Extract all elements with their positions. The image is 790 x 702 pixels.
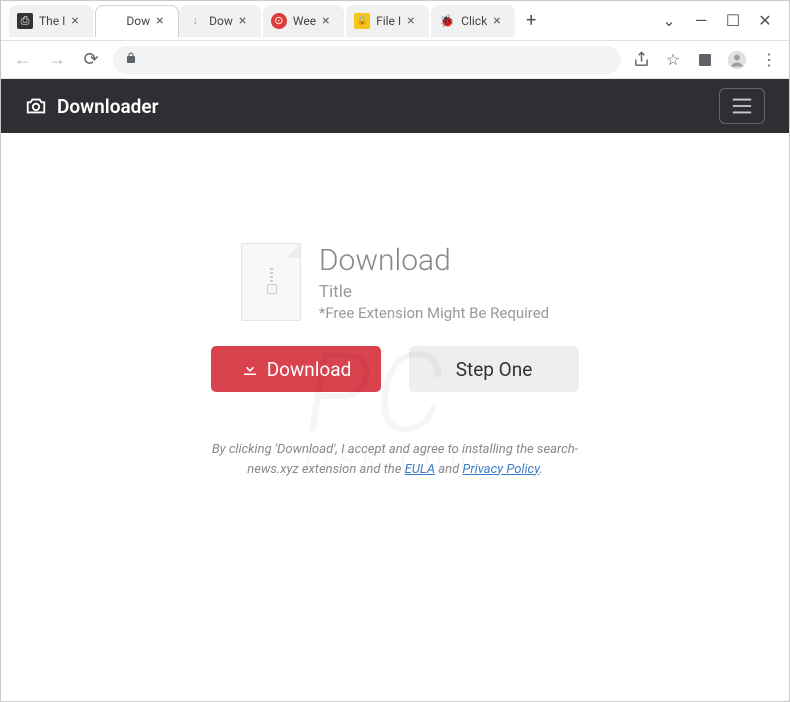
download-icon: [241, 360, 259, 378]
window-controls: ⌄ — ☐ ✕: [645, 15, 789, 27]
download-info-row: Download Title *Free Extension Might Be …: [241, 243, 549, 322]
site-header: Downloader: [1, 79, 789, 133]
disclaimer-text: By clicking 'Download', I accept and agr…: [205, 440, 585, 479]
chevron-down-icon[interactable]: ⌄: [663, 15, 675, 27]
close-icon[interactable]: ×: [239, 14, 253, 28]
tab-favicon: ↓: [187, 13, 203, 29]
close-icon[interactable]: ×: [407, 14, 421, 28]
menu-dots-icon[interactable]: ⋮: [759, 50, 779, 70]
tabs-strip: ⎙ The I × Dow × ↓ Dow × ⊙ Wee × 🔒 File: [1, 1, 645, 40]
download-heading: Download: [319, 243, 549, 278]
extensions-icon[interactable]: [695, 50, 715, 70]
close-window-icon[interactable]: ✕: [759, 15, 771, 27]
eula-link[interactable]: EULA: [405, 462, 435, 477]
maximize-icon[interactable]: ☐: [727, 15, 739, 27]
share-icon[interactable]: [631, 50, 651, 70]
tab-favicon: [104, 13, 120, 29]
url-input[interactable]: [147, 52, 609, 67]
lock-icon: [125, 52, 137, 67]
minimize-icon[interactable]: —: [695, 15, 707, 27]
tab-favicon: ⎙: [17, 13, 33, 29]
tab-3[interactable]: ⊙ Wee ×: [263, 5, 344, 37]
profile-avatar-icon[interactable]: [727, 50, 747, 70]
tab-title: Dow: [209, 14, 233, 28]
new-tab-button[interactable]: +: [517, 7, 545, 35]
close-icon[interactable]: ×: [493, 14, 507, 28]
step-one-button[interactable]: Step One: [409, 346, 579, 392]
download-button-label: Download: [267, 358, 352, 381]
tab-1-active[interactable]: Dow ×: [95, 5, 179, 37]
download-button[interactable]: Download: [211, 346, 381, 392]
tab-title: Click: [461, 14, 487, 28]
step-one-label: Step One: [456, 358, 533, 381]
back-button[interactable]: ←: [11, 48, 35, 72]
tab-title: Wee: [293, 14, 316, 28]
privacy-policy-link[interactable]: Privacy Policy: [462, 462, 539, 477]
tab-5[interactable]: 🐞 Click ×: [431, 5, 515, 37]
address-bar[interactable]: [113, 46, 621, 74]
download-note: *Free Extension Might Be Required: [319, 304, 549, 322]
close-icon[interactable]: ×: [156, 14, 170, 28]
brand: Downloader: [25, 95, 158, 118]
tab-2[interactable]: ↓ Dow ×: [179, 5, 261, 37]
main-content: PC risk.com Download Title *Free Extensi…: [1, 133, 789, 701]
tab-favicon: 🐞: [439, 13, 455, 29]
close-icon[interactable]: ×: [322, 14, 336, 28]
button-row: Download Step One: [211, 346, 579, 392]
brand-text: Downloader: [57, 95, 158, 118]
page-content: Downloader PC risk.com Download Title *F…: [1, 79, 789, 701]
forward-button[interactable]: →: [45, 48, 69, 72]
close-icon[interactable]: ×: [71, 14, 85, 28]
browser-title-bar: ⎙ The I × Dow × ↓ Dow × ⊙ Wee × 🔒 File: [1, 1, 789, 41]
camera-icon: [25, 95, 47, 117]
reload-button[interactable]: ⟳: [79, 48, 103, 72]
hamburger-menu-button[interactable]: [719, 88, 765, 124]
tab-title: The I: [39, 14, 65, 28]
bookmark-star-icon[interactable]: ☆: [663, 50, 683, 70]
zip-file-icon: [241, 243, 301, 321]
tab-favicon: ⊙: [271, 13, 287, 29]
tab-4[interactable]: 🔒 File I ×: [346, 5, 429, 37]
tab-title: Dow: [126, 14, 150, 28]
tab-0[interactable]: ⎙ The I ×: [9, 5, 93, 37]
download-title: Title: [319, 282, 549, 302]
hamburger-icon: [731, 97, 753, 115]
tab-title: File I: [376, 14, 401, 28]
tab-favicon: 🔒: [354, 13, 370, 29]
browser-toolbar: ← → ⟳ ☆ ⋮: [1, 41, 789, 79]
